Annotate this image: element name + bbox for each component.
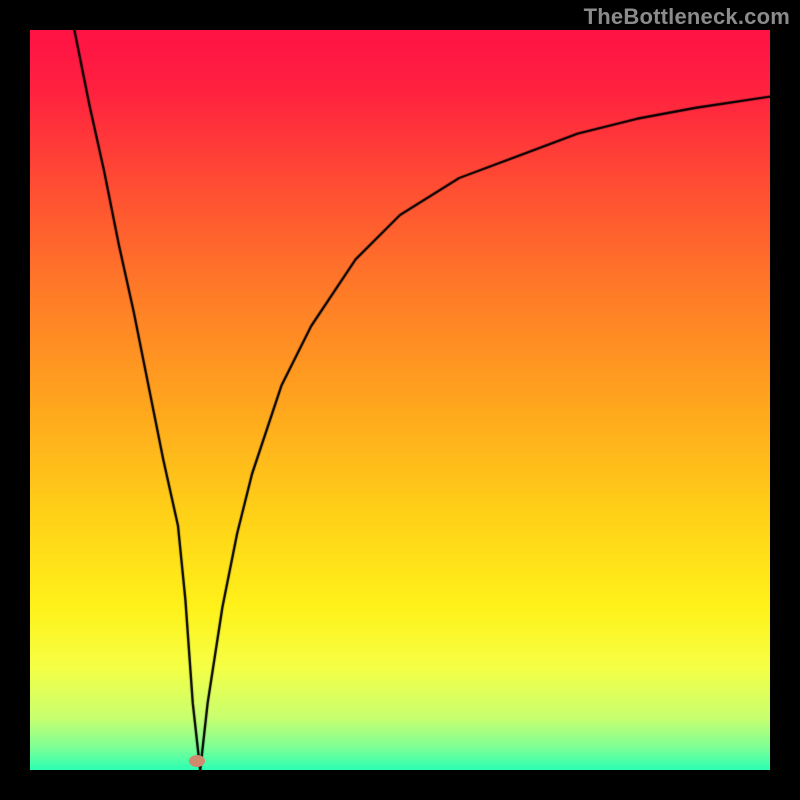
min-marker-dot (189, 755, 205, 767)
watermark-text: TheBottleneck.com (584, 4, 790, 30)
chart-frame: TheBottleneck.com (0, 0, 800, 800)
bottleneck-plot (30, 30, 770, 770)
